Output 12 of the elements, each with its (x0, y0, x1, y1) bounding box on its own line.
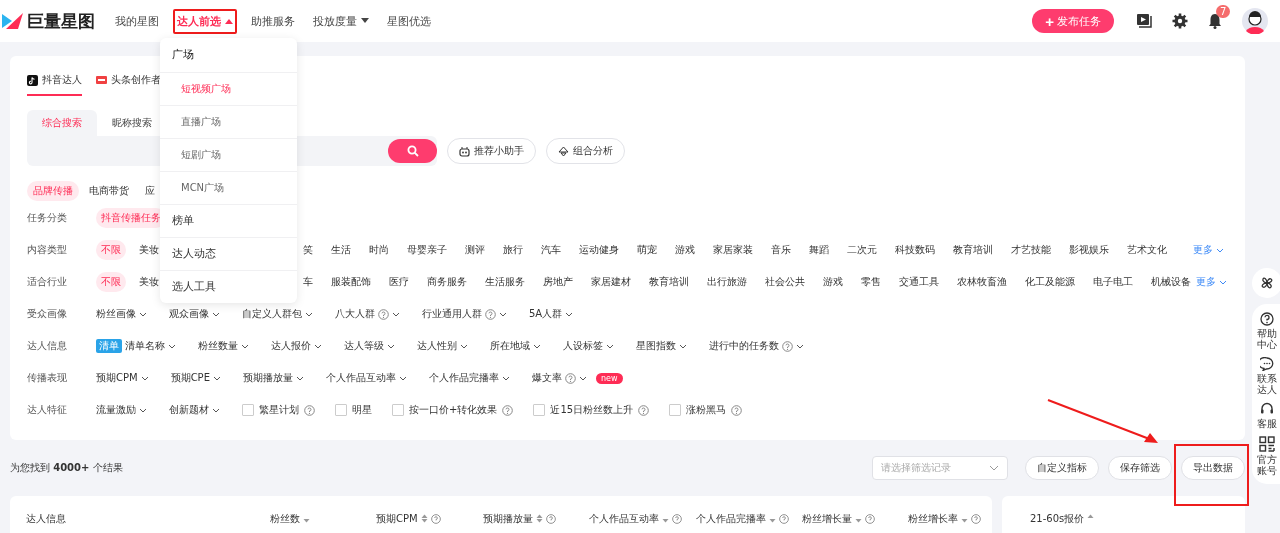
result-count: 为您找到 4000+ 个结果 (10, 461, 123, 475)
filter-label: 内容类型 (27, 243, 68, 257)
new-tag: new (596, 372, 623, 384)
filter-label: 适合行业 (27, 275, 68, 289)
filter-label: 达人特征 (27, 403, 68, 417)
filter-label: 任务分类 (27, 211, 68, 225)
filter-label: 达人信息 (27, 339, 68, 353)
logo-text: 巨量星图 (27, 9, 95, 33)
filter-label: 受众画像 (27, 307, 68, 321)
filter-label: 传播表现 (27, 371, 68, 385)
list-badge: 清单 (96, 339, 122, 353)
notification-badge: 7 (1216, 5, 1231, 18)
